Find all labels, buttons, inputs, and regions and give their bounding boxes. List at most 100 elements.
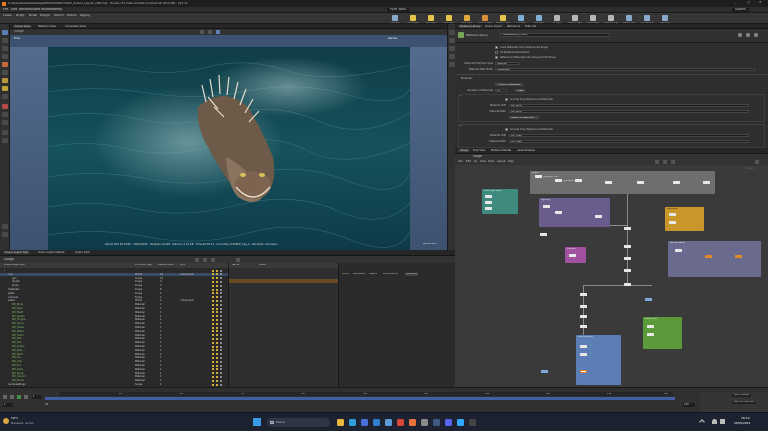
scene-graph-row[interactable]: Mtl_Nails Material 1 <box>0 353 228 356</box>
active-flag-icon[interactable] <box>216 364 218 367</box>
menu-file[interactable]: File <box>3 8 8 12</box>
rotate-tool-icon[interactable] <box>2 46 8 51</box>
scene-graph-row[interactable]: Mtl_Drips Material 1 <box>0 368 228 371</box>
visibility-icon[interactable] <box>220 337 222 341</box>
shelf-tab-polygon[interactable]: Polygon <box>40 14 50 17</box>
play-forward-button[interactable] <box>17 395 21 399</box>
clock-time[interactable]: 18:14 <box>741 417 750 421</box>
align-tool-icon[interactable] <box>2 120 8 125</box>
visibility-icon[interactable] <box>220 334 222 337</box>
visibility-icon[interactable] <box>220 277 222 280</box>
node-merge-1[interactable] <box>624 227 631 230</box>
active-flag-icon[interactable] <box>212 345 214 348</box>
network-box-import[interactable]: Import <box>530 171 715 194</box>
node-side-3[interactable] <box>541 370 548 373</box>
visibility-icon[interactable] <box>220 322 222 325</box>
render-delegate-label[interactable]: Karma <box>388 37 397 40</box>
count-field[interactable]: 23 <box>495 88 507 93</box>
tab-composite-view[interactable]: Composite View <box>65 25 86 28</box>
store-icon[interactable] <box>361 419 368 426</box>
maximize-button[interactable]: ▢ <box>747 1 750 5</box>
tab-material-library[interactable]: Material Library <box>458 24 483 28</box>
active-flag-icon[interactable] <box>216 318 218 322</box>
scene-graph-row[interactable]: Mtl_Eyes Material 1 <box>0 307 228 310</box>
timeline-ruler[interactable]: 1 24 48 72 96 120 144 168 192 216 240 <box>58 392 673 396</box>
details-tab-attributes[interactable]: Attributes <box>353 273 365 276</box>
auto-fill-button[interactable]: Auto-Fill Materials <box>495 82 523 87</box>
search-icon[interactable] <box>236 257 240 262</box>
visibility-icon[interactable] <box>220 375 222 379</box>
active-flag-icon[interactable] <box>216 280 218 284</box>
visibility-icon[interactable] <box>220 341 222 344</box>
steam-icon[interactable] <box>433 419 440 426</box>
sky-light-tool-icon[interactable] <box>536 15 542 21</box>
volume-icon[interactable] <box>720 419 725 424</box>
active-flag-icon[interactable] <box>216 303 218 306</box>
tab-scene-graph-tree[interactable]: Scene Graph Tree <box>3 251 30 255</box>
portal-light-tool-icon[interactable] <box>590 15 596 21</box>
node-karma[interactable] <box>580 345 587 348</box>
scene-graph-row[interactable]: Mtl_Iris Material 1 <box>0 356 228 359</box>
node-chain-1[interactable] <box>580 293 587 296</box>
viewport-context-path[interactable]: /stage <box>14 30 24 34</box>
active-flag-icon[interactable] <box>216 277 218 280</box>
node-assign-1[interactable] <box>647 325 654 328</box>
active-flag-icon[interactable] <box>212 349 214 352</box>
visibility-icon[interactable] <box>220 318 222 322</box>
active-flag-icon[interactable] <box>212 383 214 386</box>
entry-2-include-checkbox[interactable] <box>505 128 508 131</box>
node-sopimport-water[interactable] <box>555 179 562 182</box>
scene-graph-row[interactable]: cameras Scope 1 <box>0 296 228 299</box>
entry-2-path-field[interactable]: Mtl_Eyes <box>509 139 749 144</box>
node-light-3[interactable] <box>595 215 602 218</box>
settings-icon[interactable] <box>421 419 428 426</box>
visibility-tool-icon[interactable] <box>2 138 8 143</box>
path-prefix-field[interactable]: /materials/ <box>495 67 755 72</box>
active-flag-icon[interactable] <box>216 372 218 375</box>
select-tool-icon[interactable] <box>2 30 8 35</box>
play-backward-button[interactable] <box>3 395 7 399</box>
scene-graph-row[interactable]: croc Xform 12 component <box>0 272 228 277</box>
node-merge-2[interactable] <box>624 245 631 248</box>
distant-light-tool-icon[interactable] <box>500 15 506 21</box>
range-end-field[interactable]: 240 <box>683 403 695 407</box>
scene-graph-row[interactable]: Mtl_Teeth Material 1 <box>0 311 228 314</box>
active-flag-icon[interactable] <box>216 368 218 371</box>
geo-light-tool-icon[interactable] <box>464 15 470 21</box>
scene-graph-row[interactable]: Mtl_Tongue Material 1 <box>0 318 228 321</box>
file-explorer-icon[interactable] <box>337 419 344 426</box>
node-render-product[interactable] <box>705 255 712 258</box>
active-flag-icon[interactable] <box>216 356 218 360</box>
tab-scene-view[interactable]: Scene View <box>13 24 32 28</box>
solaris-toggle[interactable]: Solaris <box>732 8 749 13</box>
active-flag-icon[interactable] <box>216 307 218 310</box>
active-flag-icon[interactable] <box>216 345 218 348</box>
materials-section-label[interactable]: Materials <box>461 76 472 81</box>
network-box-lighting[interactable]: Lighting <box>539 198 610 227</box>
node-usd-render[interactable] <box>580 353 587 356</box>
scene-graph-row[interactable]: render Scope 3 <box>0 280 228 283</box>
tab-tree-view[interactable]: Tree View <box>473 149 485 152</box>
range-start-field[interactable]: 1 <box>3 403 13 407</box>
reference-materials-checkbox[interactable] <box>495 56 498 59</box>
active-flag-icon[interactable] <box>216 341 218 344</box>
active-flag-icon[interactable] <box>216 360 218 363</box>
prim-type-field[interactable]: Material <box>495 61 519 66</box>
tab-scene-graph-details[interactable]: Scene Graph Details <box>38 251 65 254</box>
active-flag-icon[interactable] <box>212 353 214 356</box>
clear-button[interactable]: Clear <box>515 88 525 93</box>
network-menu-add[interactable]: Add <box>458 160 463 163</box>
spot-light-tool-icon[interactable] <box>428 15 434 21</box>
node-sopimport-spikes[interactable] <box>637 181 644 184</box>
scene-graph-row[interactable]: proxy Scope 3 <box>0 284 228 287</box>
handle-tool-icon[interactable] <box>2 70 8 75</box>
node-sopimport-teeth[interactable] <box>605 181 612 184</box>
scene-graph-row[interactable]: / <box>0 269 228 272</box>
tray-chevron-icon[interactable] <box>699 419 705 425</box>
active-flag-icon[interactable] <box>212 303 214 306</box>
menu-windows[interactable]: Windows <box>41 8 55 12</box>
visibility-icon[interactable] <box>220 326 222 329</box>
network-menu-help[interactable]: Help <box>508 160 514 163</box>
gear-icon[interactable] <box>738 33 742 37</box>
caustic-light-tool-icon[interactable] <box>572 15 578 21</box>
